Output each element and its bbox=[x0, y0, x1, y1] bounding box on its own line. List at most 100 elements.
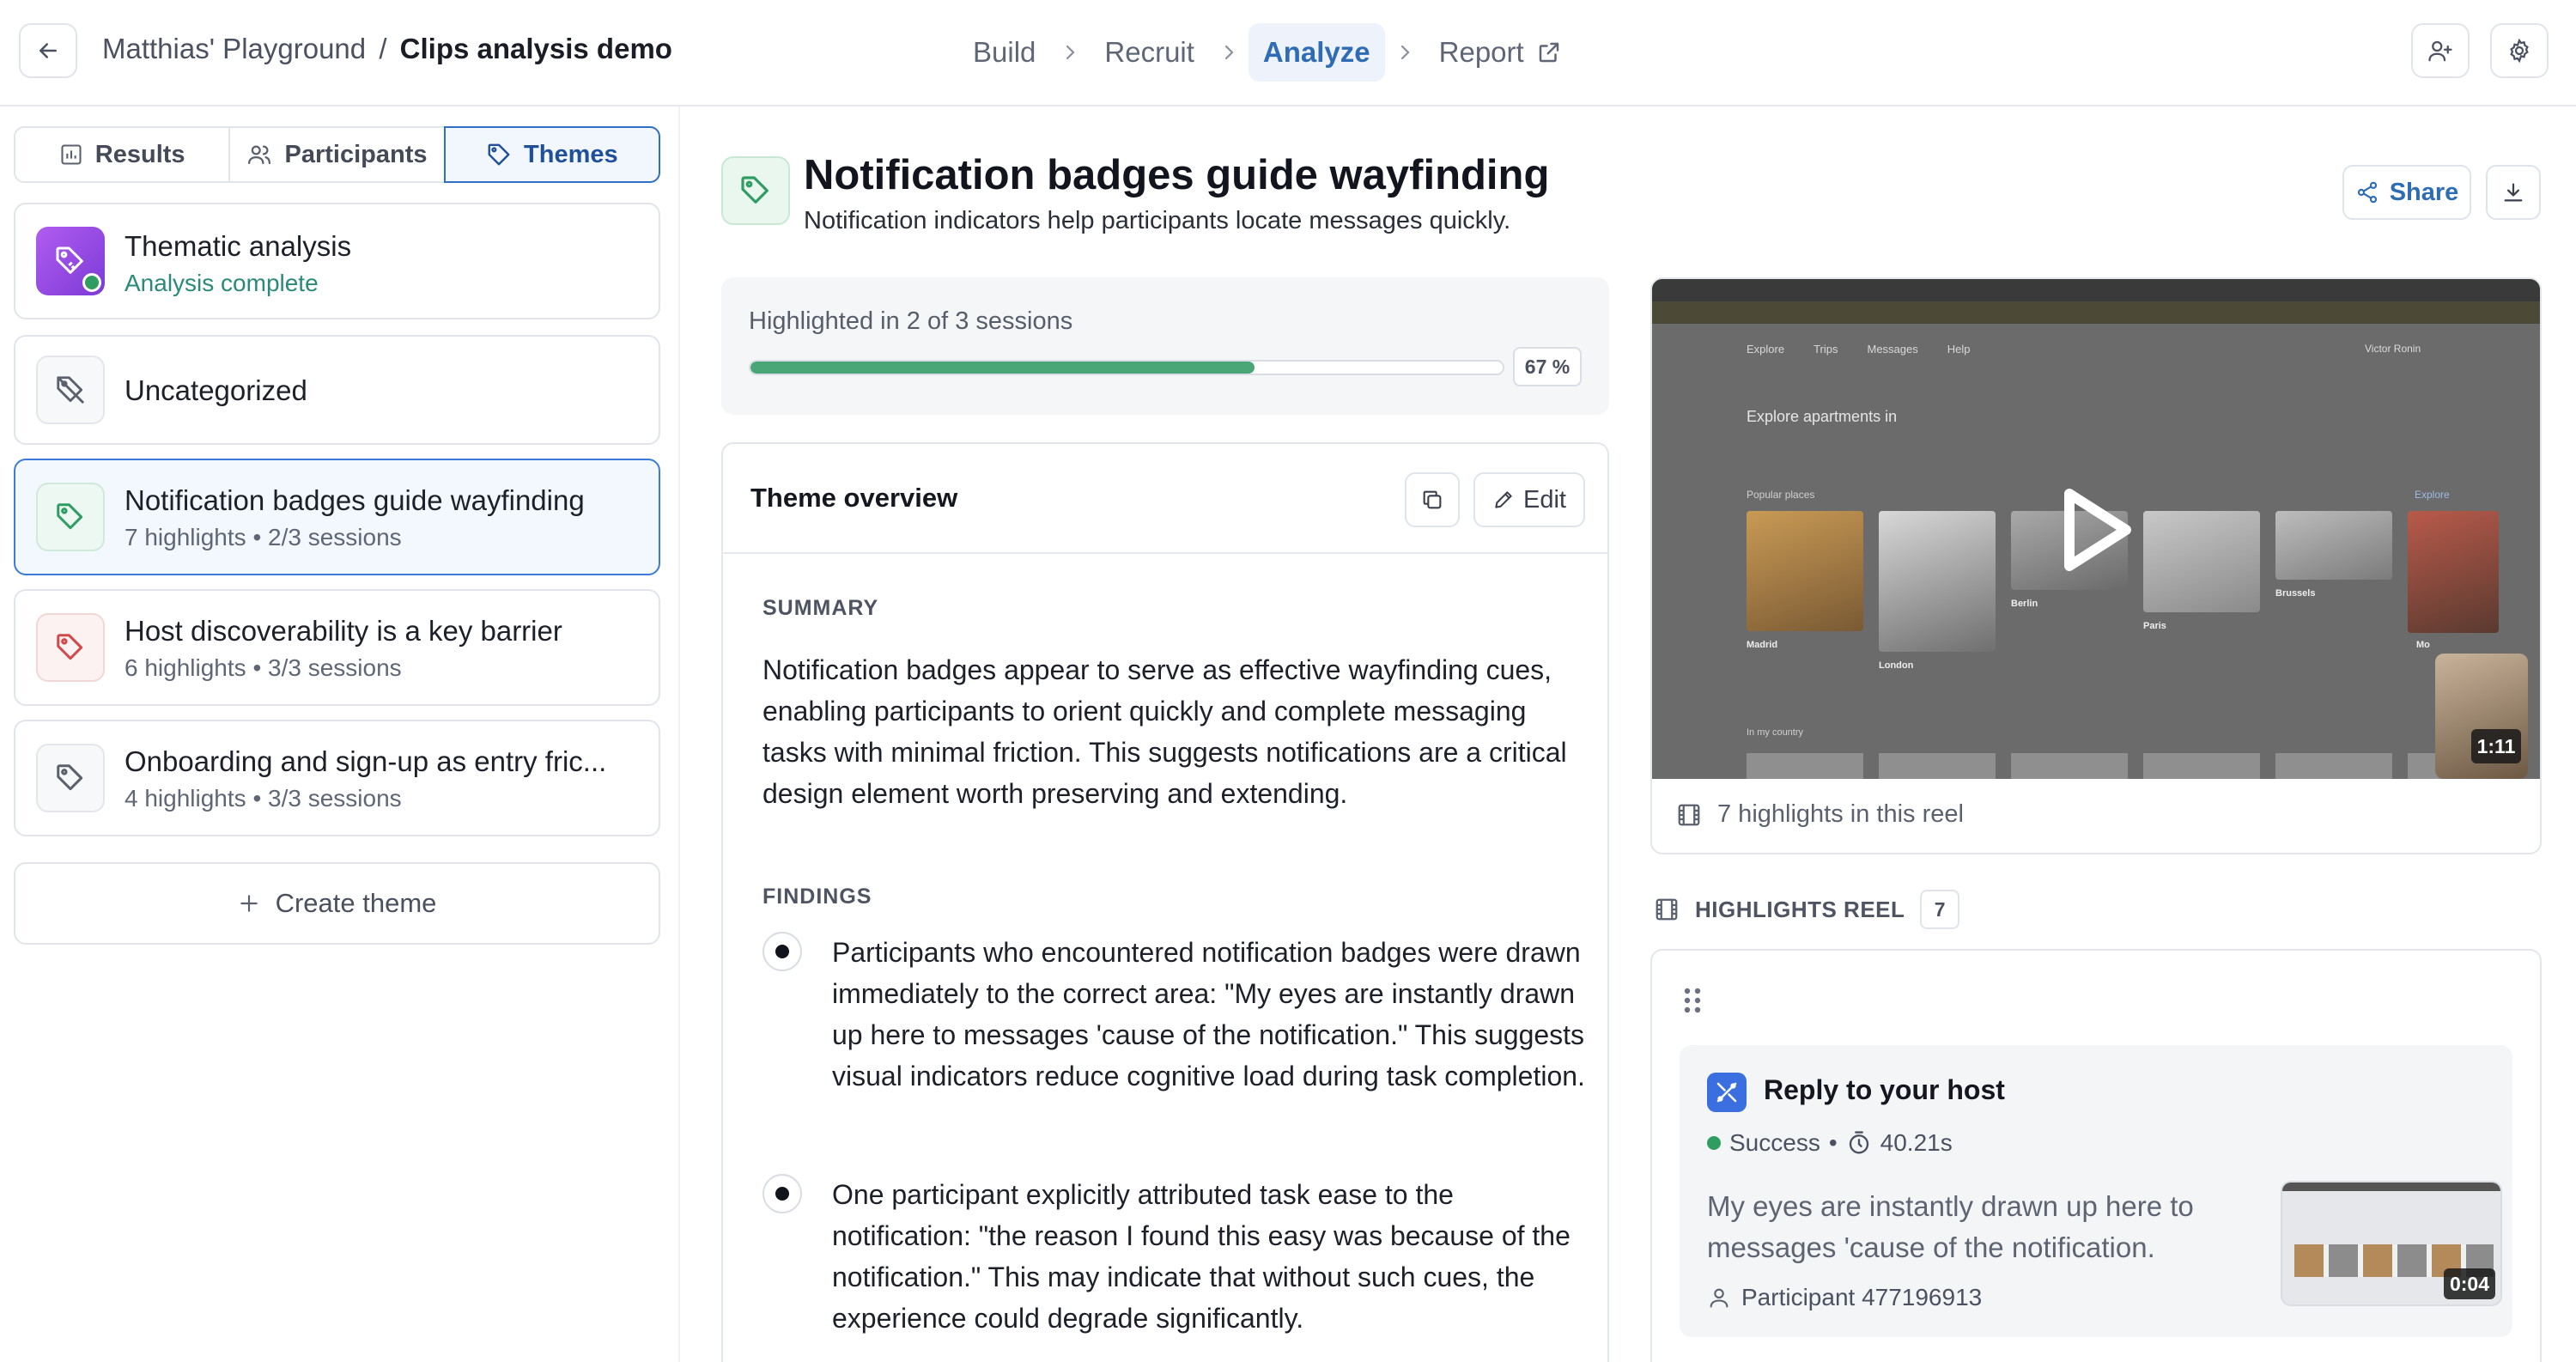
step-recruit[interactable]: Recruit bbox=[1090, 23, 1209, 82]
tag-off-icon bbox=[36, 356, 105, 424]
video-city-image bbox=[1747, 511, 1863, 631]
reel-summary: 7 highlights in this reel bbox=[1676, 800, 1964, 829]
video-explore-link: Explore bbox=[2415, 489, 2450, 501]
clip-thumb-time: 0:04 bbox=[2444, 1268, 2495, 1299]
video-city-image bbox=[2275, 511, 2392, 580]
video-player[interactable]: Explore Trips Messages Help Victor Ronin… bbox=[1652, 279, 2540, 779]
theme-highlights: 4 highlights bbox=[125, 785, 246, 812]
session-coverage-card: Highlighted in 2 of 3 sessions 67 % bbox=[721, 277, 1609, 415]
external-link-icon bbox=[1539, 42, 1558, 63]
video-city-label: Berlin bbox=[2011, 599, 2038, 609]
tab-results-label: Results bbox=[94, 140, 185, 168]
pencil-icon bbox=[1495, 491, 1512, 508]
clip-participant-id: Participant 477196913 bbox=[1741, 1284, 1983, 1310]
chevron-right-icon bbox=[1057, 42, 1083, 63]
clip-task-title: Reply to your host bbox=[1764, 1074, 2005, 1105]
users-icon bbox=[248, 145, 271, 165]
tab-themes-label: Themes bbox=[524, 140, 618, 168]
meta-separator: • bbox=[252, 654, 262, 681]
theme-item[interactable]: Host discoverability is a key barrier 6 … bbox=[14, 589, 660, 706]
status-dot bbox=[82, 273, 101, 292]
video-city-label: Brussels bbox=[2275, 588, 2316, 599]
meta-separator: • bbox=[252, 785, 262, 812]
video-city-row bbox=[1747, 753, 2502, 779]
video-heading: Explore apartments in bbox=[1747, 408, 1898, 425]
highlights-reel-list: Reply to your host Success • 40.21s My e… bbox=[1650, 949, 2542, 1362]
thumb-bar bbox=[2282, 1183, 2500, 1191]
invite-collaborator-button[interactable] bbox=[2411, 23, 2470, 78]
tab-themes[interactable]: Themes bbox=[443, 126, 660, 183]
bullet-icon bbox=[762, 932, 802, 971]
video-app-nav: Explore Trips Messages Help bbox=[1747, 343, 1970, 356]
uncategorized-title: Uncategorized bbox=[125, 374, 307, 406]
theme-meta: 7 highlights • 2/3 sessions bbox=[125, 524, 402, 551]
video-nav-tab: Help bbox=[1947, 343, 1971, 356]
highlight-reel-video-card: Explore Trips Messages Help Victor Ronin… bbox=[1650, 277, 2542, 854]
tab-participants[interactable]: Participants bbox=[228, 126, 446, 183]
breadcrumb-workspace[interactable]: Matthias' Playground bbox=[102, 33, 366, 64]
edit-button[interactable]: Edit bbox=[1473, 472, 1585, 527]
theme-tag-icon bbox=[721, 156, 790, 225]
themes-sidebar: Results Participants Themes Thematic ana… bbox=[0, 106, 678, 1362]
tag-icon bbox=[488, 143, 510, 166]
highlights-reel-label: HIGHLIGHTS REEL bbox=[1695, 896, 1905, 922]
sidebar-divider bbox=[678, 106, 680, 1362]
step-build[interactable]: Build bbox=[958, 23, 1050, 82]
create-theme-button[interactable]: Create theme bbox=[14, 862, 660, 945]
settings-button[interactable] bbox=[2490, 23, 2549, 78]
clip-participant[interactable]: Participant 477196913 bbox=[1707, 1284, 1982, 1311]
copy-button[interactable] bbox=[1405, 472, 1460, 527]
tag-icon bbox=[36, 613, 105, 682]
step-report-label: Report bbox=[1438, 36, 1524, 68]
summary-heading: SUMMARY bbox=[762, 596, 879, 620]
video-city-label: Mo bbox=[2416, 640, 2430, 650]
chevron-right-icon bbox=[1392, 42, 1418, 63]
share-icon bbox=[2357, 181, 2377, 204]
download-button[interactable] bbox=[2486, 165, 2541, 220]
breadcrumb: Matthias' Playground / Clips analysis de… bbox=[102, 33, 672, 65]
video-duration: 1:11 bbox=[2471, 729, 2521, 763]
clip-duration: 40.21s bbox=[1880, 1129, 1953, 1156]
back-button[interactable] bbox=[19, 23, 77, 78]
coverage-label: Highlighted in 2 of 3 sessions bbox=[749, 307, 1073, 335]
theme-title: Onboarding and sign-up as entry fric... bbox=[125, 745, 607, 777]
tab-results[interactable]: Results bbox=[14, 126, 231, 183]
play-icon[interactable] bbox=[2054, 483, 2136, 576]
copy-icon bbox=[1423, 490, 1442, 509]
thematic-analysis-title: Thematic analysis bbox=[125, 230, 352, 262]
highlight-clip[interactable]: Reply to your host Success • 40.21s My e… bbox=[1680, 1045, 2512, 1337]
theme-overview-panel: Theme overview Edit SUMMARY Notification… bbox=[721, 442, 1609, 1362]
theme-highlights: 7 highlights bbox=[125, 524, 246, 550]
status-separator: • bbox=[1828, 1129, 1838, 1156]
clip-quote: My eyes are instantly drawn up here to m… bbox=[1707, 1190, 2194, 1263]
clip-thumbnail[interactable]: 0:04 bbox=[2281, 1181, 2502, 1306]
plus-icon bbox=[240, 895, 258, 912]
theme-sessions: 2/3 sessions bbox=[268, 524, 402, 550]
share-button[interactable]: Share bbox=[2342, 165, 2471, 220]
video-city-label: Madrid bbox=[1747, 640, 1778, 650]
video-city-label: London bbox=[1879, 660, 1914, 671]
video-popular-label: Popular places bbox=[1747, 489, 1815, 501]
clip-status-text: Success bbox=[1729, 1129, 1820, 1156]
theme-highlights: 6 highlights bbox=[125, 654, 246, 681]
arrow-left-icon bbox=[39, 43, 57, 58]
video-city-label: Paris bbox=[2143, 621, 2166, 631]
step-analyze[interactable]: Analyze bbox=[1248, 23, 1385, 82]
theme-item[interactable]: Notification badges guide wayfinding 7 h… bbox=[14, 459, 660, 575]
theme-item[interactable]: Onboarding and sign-up as entry fric... … bbox=[14, 720, 660, 836]
meta-separator: • bbox=[252, 524, 262, 550]
download-icon bbox=[2504, 183, 2523, 202]
video-bookmarks-bar bbox=[1652, 301, 2540, 324]
video-nav-tab: Trips bbox=[1814, 343, 1838, 356]
step-report[interactable]: Report bbox=[1425, 23, 1577, 82]
tag-icon bbox=[36, 483, 105, 551]
uncategorized-card[interactable]: Uncategorized bbox=[14, 335, 660, 445]
tab-participants-label: Participants bbox=[284, 140, 428, 168]
breadcrumb-project[interactable]: Clips analysis demo bbox=[400, 33, 672, 64]
success-dot bbox=[1707, 1136, 1721, 1150]
create-theme-label: Create theme bbox=[275, 888, 437, 918]
finding-text: Participants who encountered notificatio… bbox=[832, 937, 1585, 1091]
theme-title: Host discoverability is a key barrier bbox=[125, 615, 562, 647]
drag-handle-icon[interactable] bbox=[1683, 987, 1702, 1014]
thematic-analysis-card[interactable]: Thematic analysis Analysis complete bbox=[14, 203, 660, 319]
